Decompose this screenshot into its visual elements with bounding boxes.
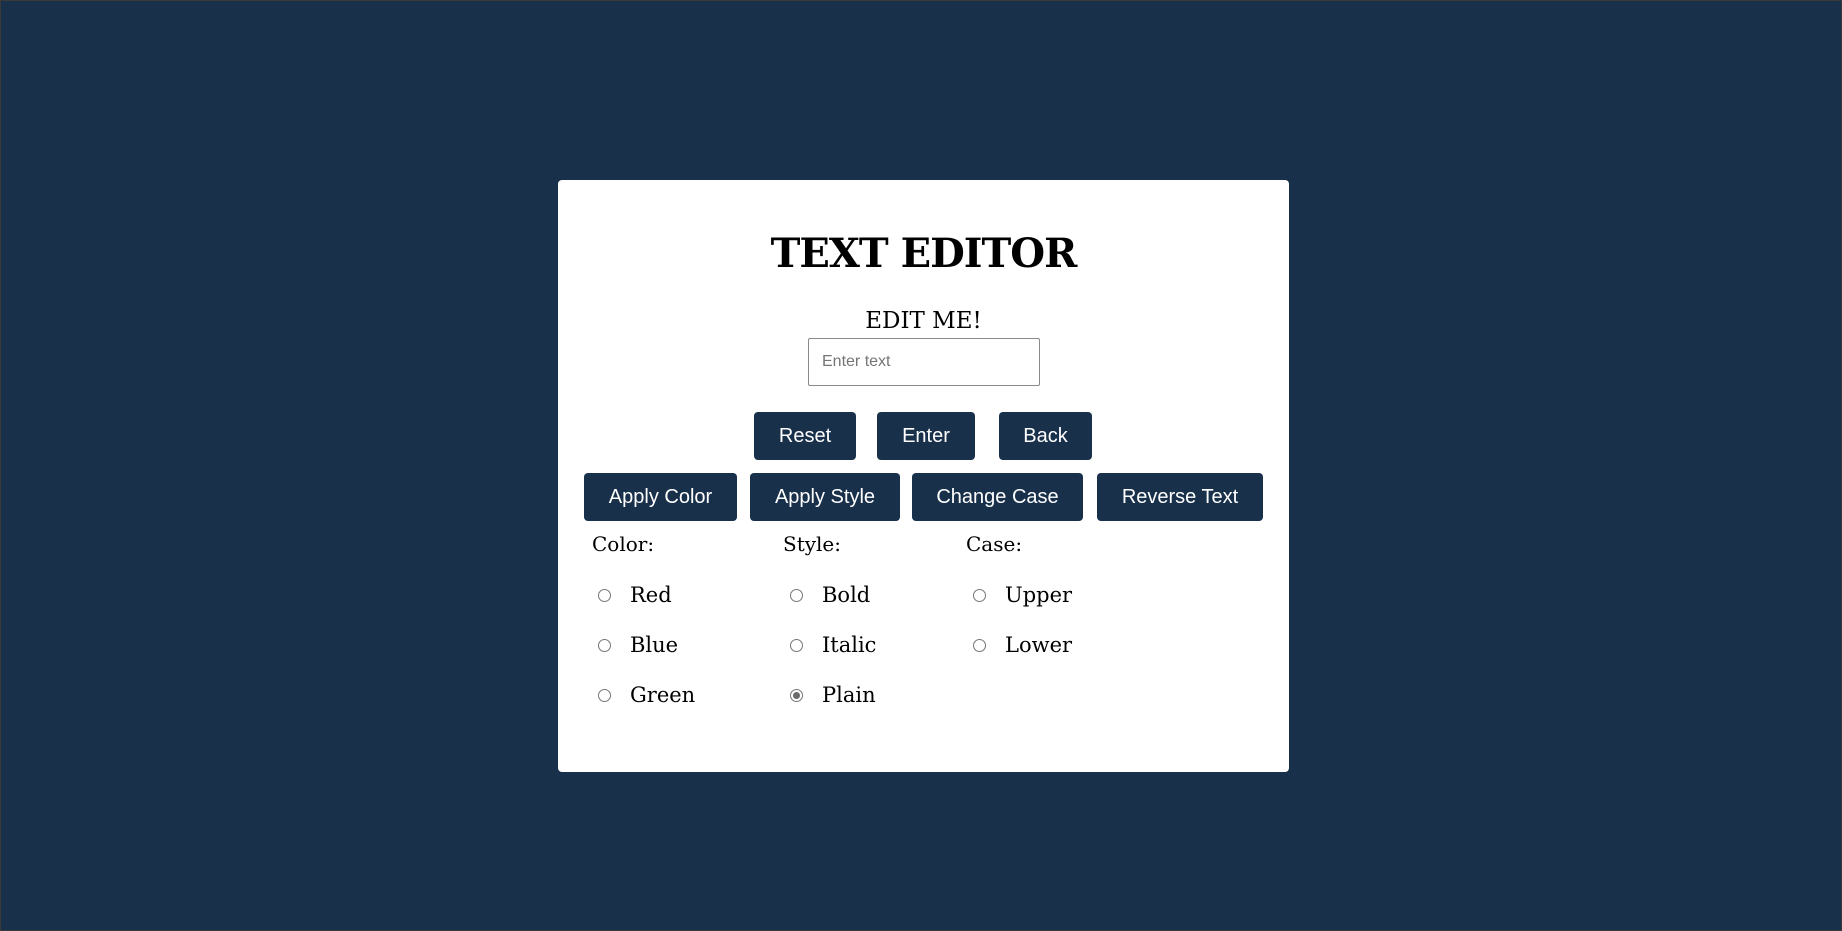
apply-color-button[interactable]: Apply Color xyxy=(584,473,737,521)
style-radio-bold[interactable] xyxy=(790,588,803,602)
color-label-green: Green xyxy=(630,683,696,707)
style-option-bold[interactable]: Bold xyxy=(790,580,870,610)
change-case-button[interactable]: Change Case xyxy=(912,473,1083,521)
color-group-label: Color: xyxy=(592,532,655,556)
page-title: TEXT EDITOR xyxy=(770,230,1078,277)
color-radio-green[interactable] xyxy=(598,688,611,702)
style-radio-plain[interactable] xyxy=(790,688,803,702)
style-label-plain: Plain xyxy=(822,683,876,707)
color-radio-blue[interactable] xyxy=(598,638,611,652)
color-option-red[interactable]: Red xyxy=(598,580,672,610)
style-label-italic: Italic xyxy=(822,633,877,657)
apply-style-button[interactable]: Apply Style xyxy=(750,473,900,521)
editor-card: TEXT EDITOR EDIT ME! Reset Enter Back Ap… xyxy=(558,180,1289,772)
text-input[interactable] xyxy=(808,338,1040,386)
color-label-blue: Blue xyxy=(630,633,679,657)
reverse-text-button[interactable]: Reverse Text xyxy=(1097,473,1263,521)
case-label-upper: Upper xyxy=(1005,583,1073,607)
style-group-label: Style: xyxy=(783,532,842,556)
style-radio-italic[interactable] xyxy=(790,638,803,652)
case-group-label: Case: xyxy=(966,532,1023,556)
back-button[interactable]: Back xyxy=(999,412,1092,460)
style-option-plain[interactable]: Plain xyxy=(790,680,876,710)
style-label-bold: Bold xyxy=(822,583,871,607)
color-label-red: Red xyxy=(630,583,672,607)
case-label-lower: Lower xyxy=(1005,633,1073,657)
display-text: EDIT ME! xyxy=(865,308,982,334)
case-option-lower[interactable]: Lower xyxy=(973,630,1072,660)
color-option-green[interactable]: Green xyxy=(598,680,695,710)
color-radio-red[interactable] xyxy=(598,588,611,602)
reset-button[interactable]: Reset xyxy=(754,412,856,460)
enter-button[interactable]: Enter xyxy=(877,412,975,460)
color-option-blue[interactable]: Blue xyxy=(598,630,678,660)
case-radio-upper[interactable] xyxy=(973,588,986,602)
case-radio-lower[interactable] xyxy=(973,638,986,652)
case-option-upper[interactable]: Upper xyxy=(973,580,1072,610)
style-option-italic[interactable]: Italic xyxy=(790,630,876,660)
